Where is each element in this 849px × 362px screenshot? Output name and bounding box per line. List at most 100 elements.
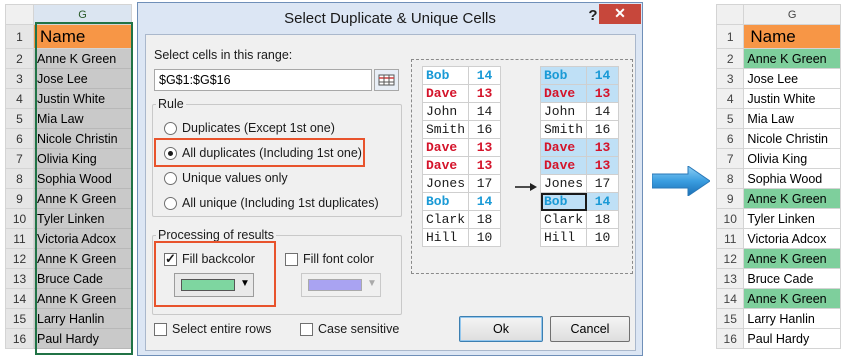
table-row: 12 Anne K Green	[715, 248, 841, 269]
name-cell[interactable]: Anne K Green	[33, 48, 132, 69]
name-cell[interactable]: Justin White	[743, 88, 841, 109]
name-cell[interactable]: Anne K Green	[33, 188, 132, 209]
row-number[interactable]: 5	[5, 108, 34, 129]
row-number[interactable]: 12	[5, 248, 34, 269]
name-cell[interactable]: Larry Hanlin	[743, 308, 841, 329]
name-cell[interactable]: Mia Law	[33, 108, 132, 129]
cancel-button[interactable]: Cancel	[550, 316, 630, 342]
radio-unique-values-only[interactable]	[164, 172, 177, 185]
row-number[interactable]: 6	[5, 128, 34, 149]
row-number[interactable]: 11	[715, 228, 745, 249]
row-number[interactable]: 15	[715, 308, 745, 329]
name-cell[interactable]: Anne K Green	[743, 188, 841, 209]
row-number[interactable]: 8	[715, 168, 745, 189]
row-number[interactable]: 4	[5, 88, 34, 109]
name-cell[interactable]: Anne K Green	[33, 288, 132, 309]
column-header-g[interactable]: G	[33, 4, 132, 25]
row-number[interactable]: 13	[5, 268, 34, 289]
preview-name-cell: Bob	[539, 192, 588, 211]
name-cell[interactable]: Mia Law	[743, 108, 841, 129]
row-number[interactable]: 1	[715, 24, 745, 49]
row-number[interactable]: 9	[715, 188, 745, 209]
name-cell[interactable]: Sophia Wood	[743, 168, 841, 189]
preview-row: Dave 13	[421, 84, 502, 103]
row-number[interactable]: 15	[5, 308, 34, 329]
name-cell[interactable]: Jose Lee	[743, 68, 841, 89]
name-cell[interactable]: Tyler Linken	[33, 208, 132, 229]
name-cell[interactable]: Bruce Cade	[33, 268, 132, 289]
row-number[interactable]: 8	[5, 168, 34, 189]
preview-name-cell: Dave	[421, 84, 470, 103]
preview-number-cell: 14	[468, 192, 502, 211]
row-number[interactable]: 6	[715, 128, 745, 149]
column-header-g[interactable]: G	[743, 4, 841, 25]
row-number[interactable]: 14	[715, 288, 745, 309]
table-row: 14 Anne K Green	[715, 288, 841, 309]
preview-row: Clark 18	[539, 210, 620, 229]
fill-font-color-label[interactable]: Fill font color	[303, 252, 374, 266]
header-cell[interactable]: Name	[743, 24, 841, 49]
radio-duplicates-except-first[interactable]	[164, 122, 177, 135]
row-number[interactable]: 7	[715, 148, 745, 169]
name-cell[interactable]: Anne K Green	[33, 248, 132, 269]
radio-label-duplicates-except-first[interactable]: Duplicates (Except 1st one)	[182, 121, 335, 135]
name-cell[interactable]: Larry Hanlin	[33, 308, 132, 329]
preview-name-cell: Dave	[421, 156, 470, 175]
radio-label-unique-values-only[interactable]: Unique values only	[182, 171, 288, 185]
select-entire-rows-label[interactable]: Select entire rows	[172, 322, 271, 336]
name-cell[interactable]: Anne K Green	[743, 248, 841, 269]
select-entire-rows-checkbox[interactable]	[154, 323, 167, 336]
row-number[interactable]: 14	[5, 288, 34, 309]
row-number[interactable]: 3	[715, 68, 745, 89]
row-number[interactable]: 10	[5, 208, 34, 229]
name-cell[interactable]: Victoria Adcox	[33, 228, 132, 249]
row-number[interactable]: 16	[715, 328, 745, 349]
row-number[interactable]: 3	[5, 68, 34, 89]
fill-font-color-checkbox[interactable]	[285, 253, 298, 266]
name-cell[interactable]: Paul Hardy	[33, 328, 132, 349]
row-number[interactable]: 13	[715, 268, 745, 289]
name-cell[interactable]: Paul Hardy	[743, 328, 841, 349]
table-row: 9 Anne K Green	[715, 188, 841, 209]
range-select-button[interactable]	[374, 69, 399, 91]
name-cell[interactable]: Anne K Green	[743, 48, 841, 69]
case-sensitive-checkbox[interactable]	[300, 323, 313, 336]
name-cell[interactable]: Justin White	[33, 88, 132, 109]
sheet-corner[interactable]	[5, 4, 34, 25]
radio-label-all-unique[interactable]: All unique (Including 1st duplicates)	[182, 196, 379, 210]
processing-group-title: Processing of results	[156, 228, 277, 242]
name-cell[interactable]: Tyler Linken	[743, 208, 841, 229]
name-cell[interactable]: Anne K Green	[743, 288, 841, 309]
name-cell[interactable]: Nicole Christin	[33, 128, 132, 149]
close-button[interactable]: ✕	[599, 4, 641, 24]
sheet-corner[interactable]	[715, 4, 745, 25]
name-cell[interactable]: Jose Lee	[33, 68, 132, 89]
name-cell[interactable]: Olivia King	[743, 148, 841, 169]
preview-row: Smith 16	[421, 120, 502, 139]
ok-button[interactable]: Ok	[459, 316, 543, 342]
radio-all-unique[interactable]	[164, 197, 177, 210]
row-number[interactable]: 7	[5, 148, 34, 169]
name-cell[interactable]: Sophia Wood	[33, 168, 132, 189]
dialog-titlebar[interactable]: Select Duplicate & Unique Cells ? ✕	[138, 3, 642, 33]
row-number[interactable]: 4	[715, 88, 745, 109]
row-number[interactable]: 9	[5, 188, 34, 209]
row-number[interactable]: 2	[5, 48, 34, 69]
row-number[interactable]: 5	[715, 108, 745, 129]
row-number[interactable]: 2	[715, 48, 745, 69]
row-number[interactable]: 16	[5, 328, 34, 349]
name-cell[interactable]: Victoria Adcox	[743, 228, 841, 249]
font-color-picker[interactable]: ▼	[301, 273, 381, 297]
table-row: 6 Nicole Christin	[715, 128, 841, 149]
row-number[interactable]: 10	[715, 208, 745, 229]
case-sensitive-label[interactable]: Case sensitive	[318, 322, 399, 336]
row-number[interactable]: 12	[715, 248, 745, 269]
range-input[interactable]: $G$1:$G$16	[154, 69, 372, 91]
row-number[interactable]: 11	[5, 228, 34, 249]
name-cell[interactable]: Olivia King	[33, 148, 132, 169]
row-number[interactable]: 1	[5, 24, 34, 49]
header-cell[interactable]: Name	[33, 24, 132, 49]
preview-name-cell: John	[421, 102, 470, 121]
name-cell[interactable]: Nicole Christin	[743, 128, 841, 149]
name-cell[interactable]: Bruce Cade	[743, 268, 841, 289]
